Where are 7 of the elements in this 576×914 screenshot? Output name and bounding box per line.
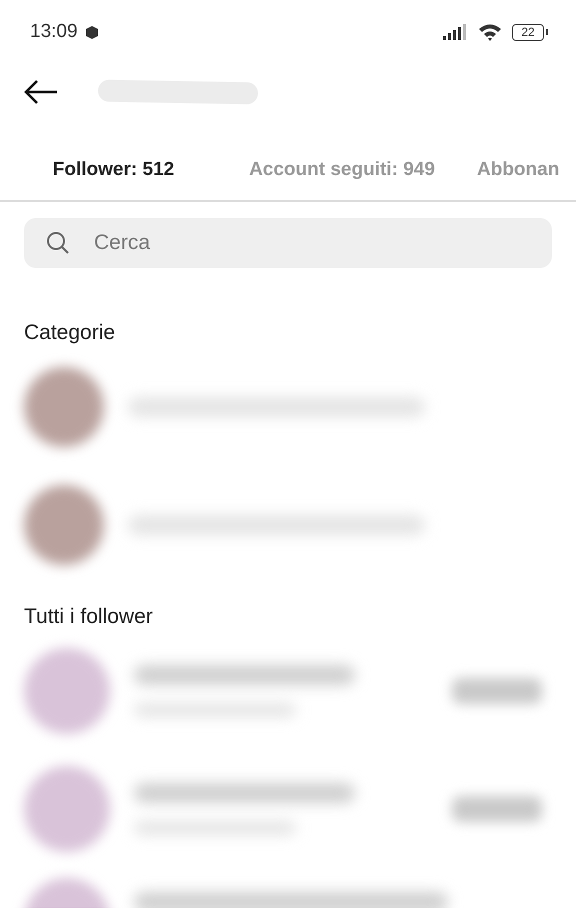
section-title: Tutti i follower bbox=[23, 604, 154, 630]
tab[interactable]: Follower: 512 bbox=[0, 140, 227, 200]
tab[interactable]: Account seguiti: 949 bbox=[227, 140, 457, 200]
search-field[interactable]: Cerca bbox=[24, 218, 552, 268]
tab[interactable]: Abbonan bbox=[457, 140, 576, 200]
status-time: 13:09 bbox=[30, 21, 78, 43]
section-title: Categorie bbox=[23, 320, 116, 346]
